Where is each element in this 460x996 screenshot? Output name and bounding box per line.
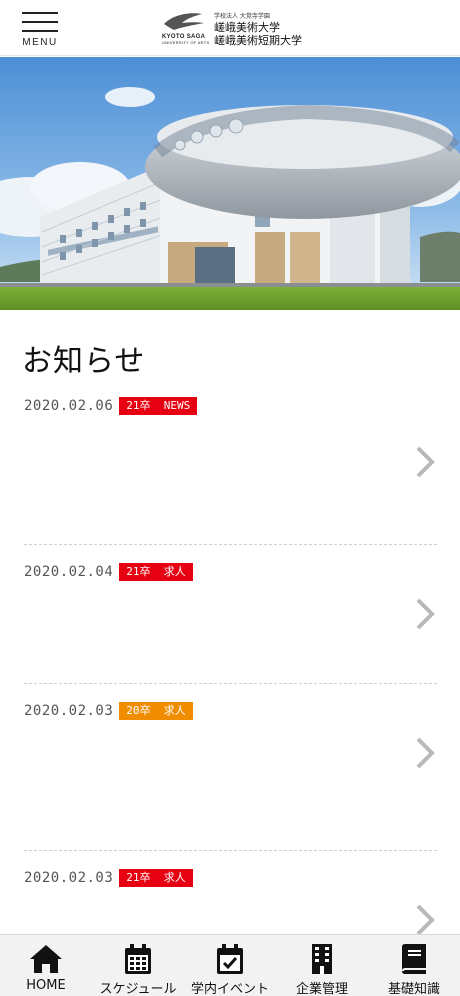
chevron-right-icon (416, 446, 435, 478)
nav-label: 学内イベント (190, 982, 269, 996)
news-category-tag: 21卒 求人 (119, 563, 193, 581)
menu-label: MENU (22, 37, 58, 48)
app-header: MENU KYOTO SAGA UNIVERSITY OF ARTS 学校法人 … (0, 0, 460, 56)
building-icon (312, 944, 332, 974)
news-divider (24, 544, 437, 545)
news-meta: 2020.02.04 21卒 求人 (24, 563, 193, 581)
news-meta: 2020.02.03 20卒 求人 (24, 702, 193, 720)
hamburger-line (22, 30, 58, 32)
book-icon (402, 944, 426, 974)
university-logo[interactable]: KYOTO SAGA UNIVERSITY OF ARTS 学校法人 大覚寺学園… (160, 10, 310, 48)
campus-building-illustration (0, 57, 460, 310)
nav-label: 基礎知識 (387, 982, 440, 996)
news-section-title: お知らせ (22, 344, 146, 379)
calendar-icon (125, 944, 151, 974)
nav-label: 企業管理 (295, 982, 348, 996)
news-meta: 2020.02.06 21卒 NEWS (24, 397, 198, 415)
logo-english-text: KYOTO SAGA UNIVERSITY OF ARTS (162, 34, 210, 45)
logo-college-name: 嵯峨美術短期大学 (214, 34, 302, 47)
news-category-tag: 20卒 求人 (119, 702, 193, 720)
nav-item-basic-knowledge[interactable]: 基礎知識 (368, 935, 460, 996)
chevron-right-icon (416, 904, 435, 936)
chevron-right-icon (416, 598, 435, 630)
nav-item-home[interactable]: HOME (0, 935, 92, 996)
news-date: 2020.02.03 (24, 703, 114, 719)
news-meta: 2020.02.03 21卒 求人 (24, 869, 193, 887)
nav-item-company-management[interactable]: 企業管理 (276, 935, 368, 996)
news-date: 2020.02.03 (24, 870, 114, 886)
news-category-tag: 21卒 求人 (119, 869, 193, 887)
hamburger-line (22, 21, 58, 23)
news-date: 2020.02.06 (24, 398, 114, 414)
news-divider (24, 683, 437, 684)
news-date: 2020.02.04 (24, 564, 114, 580)
news-divider (24, 850, 437, 851)
nav-label: HOME (26, 978, 66, 993)
chevron-right-icon (416, 737, 435, 769)
home-icon (30, 945, 62, 973)
news-item[interactable]: 2020.02.03 21卒 求人 (0, 857, 460, 937)
menu-button[interactable]: MENU (22, 10, 58, 50)
hamburger-line (22, 12, 58, 14)
nav-item-campus-events[interactable]: 学内イベント (184, 935, 276, 996)
campus-hero-image (0, 57, 460, 310)
bottom-navigation: HOME スケジュール 学内イベント 企業管理 基礎知識 (0, 934, 460, 996)
news-item[interactable]: 2020.02.03 20卒 求人 (0, 690, 460, 851)
nav-item-schedule[interactable]: スケジュール (92, 935, 184, 996)
news-item[interactable]: 2020.02.04 21卒 求人 (0, 551, 460, 684)
calendar-check-icon (217, 944, 243, 974)
news-item[interactable]: 2020.02.06 21卒 NEWS (0, 385, 460, 545)
nav-label: スケジュール (99, 982, 177, 996)
news-category-tag: 21卒 NEWS (119, 397, 198, 415)
